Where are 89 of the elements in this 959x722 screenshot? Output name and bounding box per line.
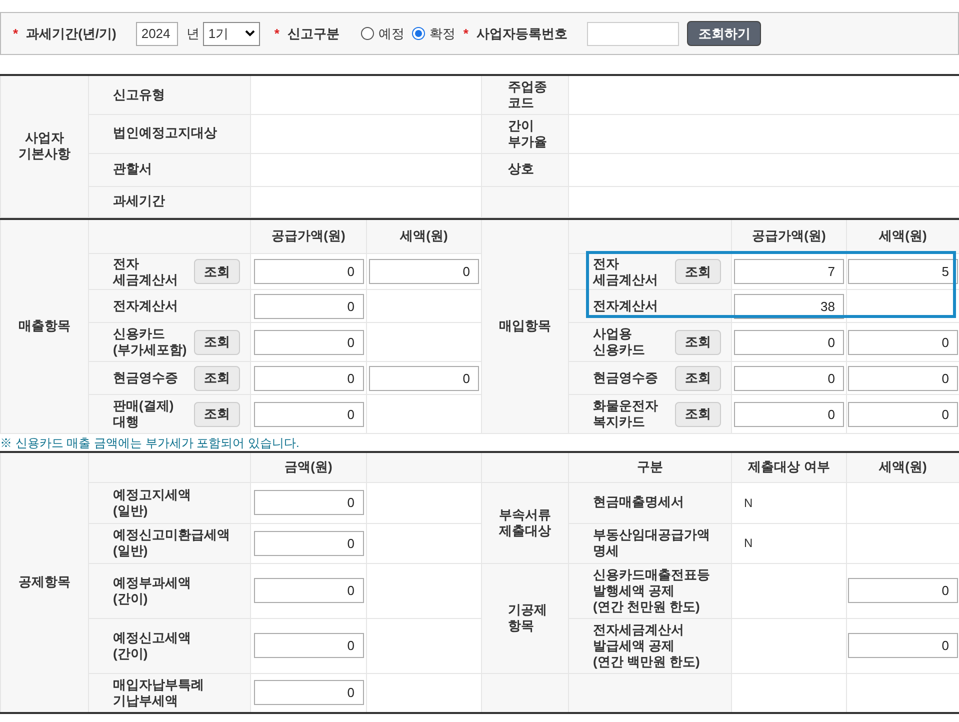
amount-field[interactable]: 0	[848, 366, 958, 390]
column-header: 구분	[637, 459, 663, 476]
row-label: 전자 세금계산서	[593, 256, 658, 288]
section-label: 기공제 항목	[508, 602, 547, 634]
row-label: 상호	[508, 161, 534, 178]
search-button[interactable]: 조회하기	[687, 21, 762, 46]
field-label: 과세기간(년/기)	[26, 26, 116, 42]
field-label: 사업자등록번호	[476, 26, 568, 42]
note-text: ※ 신용카드 매출 금액에는 부가세가 포함되어 있습니다.	[0, 434, 300, 450]
lookup-button[interactable]: 조회	[194, 366, 240, 390]
section-label: 사업자 기본사항	[18, 130, 70, 162]
amount-field[interactable]: 0	[254, 294, 364, 318]
year-field[interactable]: 2024	[136, 22, 178, 46]
amount-field[interactable]: 0	[254, 259, 364, 284]
row-label: 전자계산서	[113, 298, 178, 314]
amount-field[interactable]: 5	[848, 259, 958, 284]
amount-field[interactable]: 0	[254, 402, 364, 426]
row-label: 전자계산서	[593, 298, 658, 314]
amount-field[interactable]: 0	[369, 259, 479, 284]
chevron-down-icon	[245, 30, 256, 37]
row-label: 부동산임대공급가액 명세	[593, 527, 710, 559]
amount-field[interactable]: 0	[254, 530, 364, 556]
column-header: 세액(원)	[879, 459, 927, 476]
amount-field[interactable]: 0	[369, 366, 479, 390]
amount-field[interactable]: 0	[254, 330, 364, 354]
column-header: 제출대상 여부	[748, 459, 830, 476]
period-select[interactable]: 1기	[203, 22, 260, 46]
row-label: 예정신고세액 (간이)	[113, 630, 191, 662]
lookup-button[interactable]: 조회	[194, 402, 240, 426]
row-label: 신용카드 (부가세포함)	[113, 326, 187, 358]
lookup-button[interactable]: 조회	[675, 366, 721, 390]
radio-label: 예정	[378, 26, 404, 42]
amount-field[interactable]: 0	[254, 680, 364, 706]
lookup-button[interactable]: 조회	[675, 402, 721, 426]
amount-field[interactable]: 0	[734, 330, 844, 354]
lookup-button[interactable]: 조회	[675, 259, 721, 284]
lookup-button[interactable]: 조회	[675, 330, 721, 354]
required-mark: *	[463, 26, 468, 42]
row-label: 사업용 신용카드	[593, 326, 645, 358]
radio-button[interactable]	[361, 27, 374, 40]
amount-field[interactable]: 0	[848, 578, 958, 603]
column-header: 세액(원)	[400, 228, 448, 244]
row-label: 매입자납부특례 기납부세액	[113, 676, 204, 709]
row-label: 화물운전자 복지카드	[593, 398, 658, 430]
field-label: 신고구분	[287, 26, 340, 42]
business-number-field[interactable]	[587, 22, 680, 46]
amount-field[interactable]: 0	[848, 402, 958, 426]
section-label: 매입항목	[499, 318, 551, 334]
row-label: 신용카드매출전표등 발행세액 공제 (연간 천만원 한도)	[593, 566, 710, 614]
radio-label: 확정	[429, 26, 456, 42]
submit-value: N	[744, 496, 753, 510]
column-header: 세액(원)	[879, 228, 927, 244]
row-label: 현금영수증	[113, 370, 178, 386]
row-label: 예정신고미환급세액 (일반)	[113, 527, 230, 559]
amount-field[interactable]: 0	[254, 490, 364, 515]
section-label: 매출항목	[18, 318, 70, 334]
amount-field[interactable]: 0	[734, 402, 844, 426]
amount-field[interactable]: 0	[848, 633, 958, 658]
column-header: 공급가액(원)	[752, 228, 826, 244]
row-label: 법인예정고지대상	[113, 125, 217, 142]
row-label: 신고유형	[113, 86, 165, 103]
row-label: 판매(결제) 대행	[113, 398, 174, 430]
row-label: 관할서	[113, 161, 152, 178]
required-mark: *	[274, 26, 280, 40]
row-label: 간이 부가율	[508, 118, 547, 150]
lookup-button[interactable]: 조회	[194, 330, 240, 354]
amount-field[interactable]: 0	[734, 366, 844, 390]
row-label: 주업종 코드	[508, 78, 547, 111]
row-label: 예정고지세액 (일반)	[113, 486, 191, 518]
row-label: 전자 세금계산서	[113, 256, 178, 288]
amount-field[interactable]: 0	[848, 330, 958, 354]
row-label: 현금영수증	[593, 370, 658, 386]
year-unit: 년	[186, 26, 200, 42]
row-label: 현금매출명세서	[593, 494, 684, 510]
lookup-button[interactable]: 조회	[194, 259, 240, 284]
amount-field[interactable]: 7	[734, 259, 844, 284]
row-label: 전자세금계산서 발급세액 공제 (연간 백만원 한도)	[593, 622, 700, 670]
section-label: 공제항목	[18, 574, 70, 590]
amount-field[interactable]: 0	[254, 366, 364, 390]
section-label: 부속서류 제출대상	[499, 506, 551, 538]
row-label: 예정부과세액 (간이)	[113, 574, 191, 606]
column-header: 공급가액(원)	[272, 228, 346, 244]
required-mark: *	[13, 26, 18, 42]
radio-button[interactable]	[412, 27, 426, 40]
amount-field[interactable]: 0	[254, 633, 364, 658]
amount-field[interactable]: 0	[254, 578, 364, 603]
row-label: 과세기간	[113, 193, 165, 210]
column-header: 금액(원)	[284, 459, 332, 476]
submit-value: N	[744, 536, 753, 550]
